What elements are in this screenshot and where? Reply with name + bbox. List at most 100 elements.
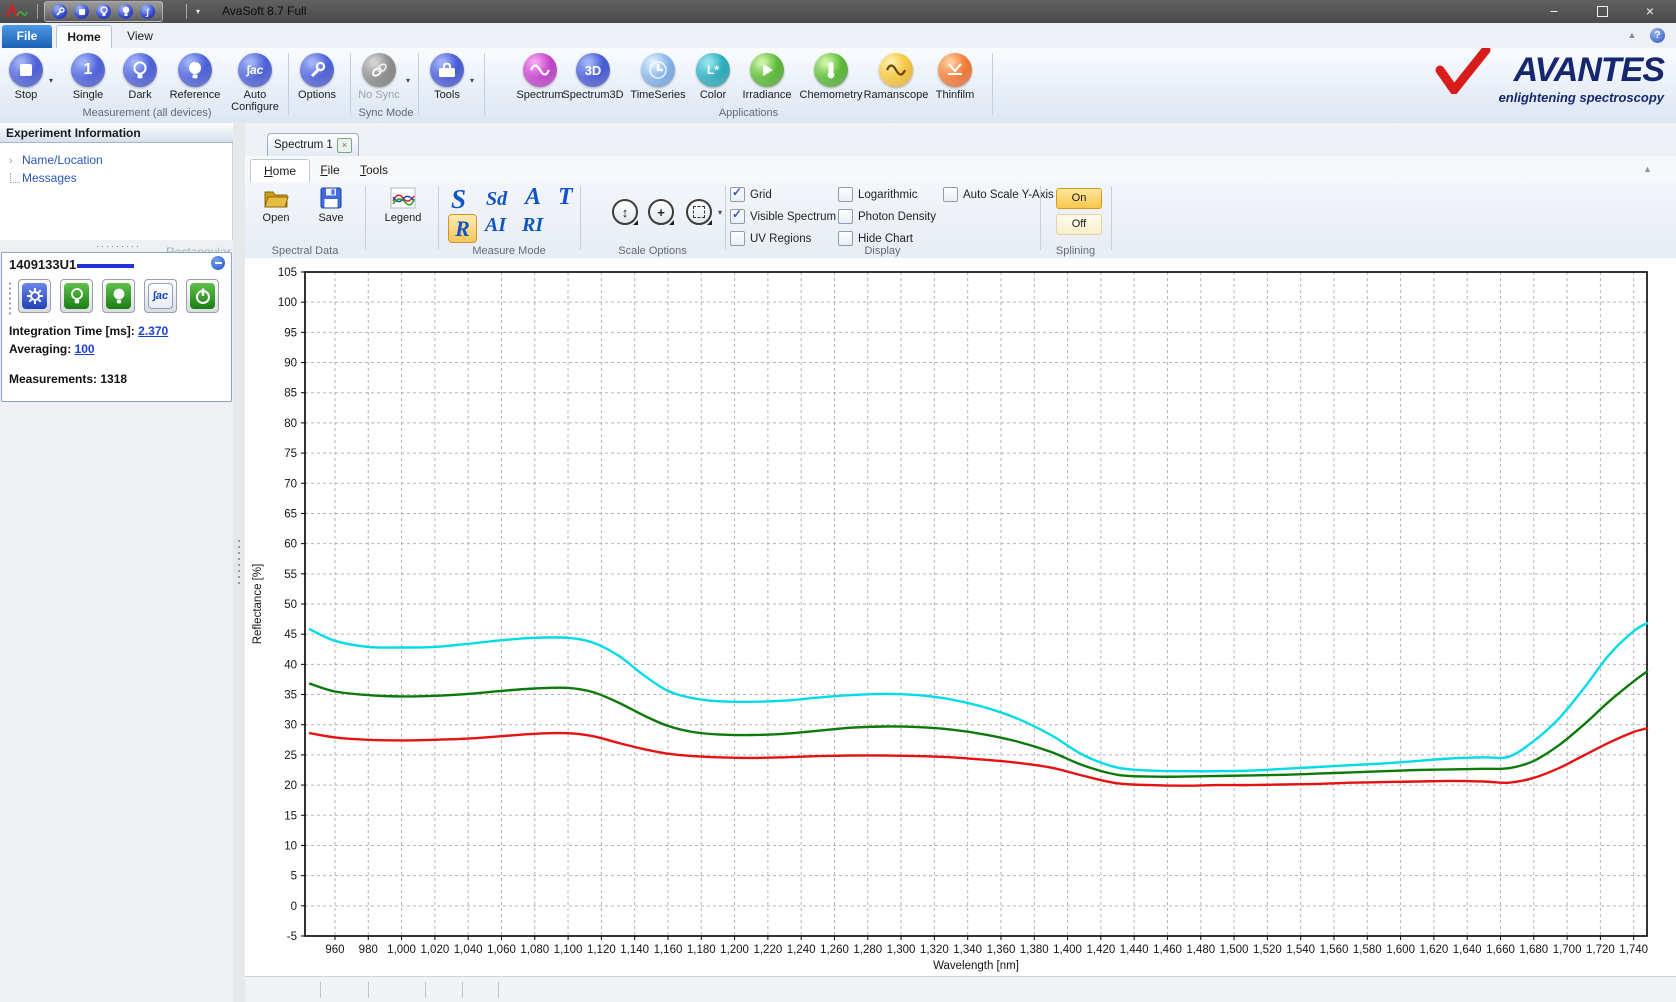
close-button[interactable]: × [1628, 0, 1672, 22]
tab-view[interactable]: View [116, 25, 164, 48]
ribbon-collapse-icon[interactable]: ▲ [1624, 30, 1640, 42]
splining-off-button[interactable]: Off [1056, 214, 1102, 235]
tab-home[interactable]: Home [56, 25, 112, 49]
measure-mode-r-selected[interactable]: R [448, 214, 477, 243]
single-button[interactable]: 1 Single [66, 53, 110, 101]
measure-mode-t[interactable]: T [558, 184, 573, 211]
tools-button[interactable]: Tools [424, 53, 470, 101]
measure-mode-ri[interactable]: RI [522, 214, 543, 237]
group-label-display: Display [725, 245, 1040, 257]
svg-text:1,260: 1,260 [820, 944, 849, 956]
zoom-box-icon[interactable] [686, 199, 712, 225]
measure-mode-a[interactable]: A [525, 184, 541, 211]
zoom-in-icon[interactable]: + [648, 199, 674, 225]
group-label-measure-mode: Measure Mode [438, 245, 580, 257]
reference-button[interactable]: Reference [166, 53, 224, 101]
device-reference-button[interactable] [60, 279, 93, 313]
open-folder-icon [263, 187, 289, 209]
svg-text:20: 20 [284, 780, 297, 792]
stop-dropdown-icon[interactable]: ▾ [49, 76, 53, 85]
device-panel: 1409133U1 ∫ac [1, 252, 232, 402]
app-thinfilm-button[interactable]: Thinfilm [929, 53, 981, 101]
tab-close-icon[interactable]: × [337, 138, 352, 153]
checkbox-box[interactable] [730, 209, 745, 224]
panel-drag-grip[interactable]: ········· [96, 243, 141, 249]
spectrum-tab-file[interactable]: File [312, 159, 348, 182]
qat-reference-icon[interactable] [118, 4, 133, 19]
sync-dropdown-icon[interactable]: ▾ [406, 76, 410, 85]
legend-button[interactable]: Legend [373, 187, 433, 224]
spectrum-tab-tools[interactable]: Tools [352, 159, 396, 182]
device-level-bar [77, 264, 134, 268]
app-timeseries-button[interactable]: TimeSeries [626, 53, 690, 101]
display-checkbox-column-1: GridVisible SpectrumUV Regions [730, 186, 836, 252]
integration-time-value[interactable]: 2.370 [138, 324, 168, 338]
qat-dark-icon[interactable] [96, 4, 111, 19]
checkbox-box[interactable] [943, 187, 958, 202]
collapse-panel-icon[interactable] [211, 256, 225, 270]
group-label-applications: Applications [505, 107, 992, 119]
checkbox-photon-density[interactable]: Photon Density [838, 208, 936, 225]
spectrum-tab-home[interactable]: Home [250, 159, 310, 183]
expander-icon[interactable]: › [9, 155, 13, 167]
svg-text:1,560: 1,560 [1320, 944, 1349, 956]
qat-stop-icon[interactable] [74, 4, 89, 19]
dark-button[interactable]: Dark [118, 53, 162, 101]
options-button[interactable]: Options [292, 53, 342, 101]
qat-options-icon[interactable] [52, 4, 67, 19]
svg-text:1,340: 1,340 [953, 944, 982, 956]
color-icon: L* [696, 53, 730, 87]
svg-text:25: 25 [284, 750, 297, 762]
measurements-value: 1318 [100, 372, 127, 386]
chart-svg[interactable]: 9609801,0001,0201,0401,0601,0801,1001,12… [245, 258, 1676, 976]
svg-text:1,460: 1,460 [1153, 944, 1182, 956]
measure-mode-s[interactable]: S [451, 184, 466, 215]
save-button[interactable]: Save [307, 187, 355, 224]
checkbox-box[interactable] [838, 209, 853, 224]
open-button[interactable]: Open [251, 187, 301, 224]
tree-item-messages[interactable]: Messages [22, 171, 77, 185]
splining-on-button[interactable]: On [1056, 188, 1102, 209]
checkbox-box[interactable] [730, 231, 745, 246]
qat-customize-icon[interactable]: ▾ [196, 4, 200, 19]
qat-auto-configure-icon[interactable]: ∫ [140, 4, 155, 19]
device-settings-button[interactable] [18, 279, 51, 313]
tree-item-name-location[interactable]: Name/Location [22, 153, 103, 167]
restore-button[interactable] [1580, 0, 1624, 22]
app-irradiance-button[interactable]: Irradiance [736, 53, 798, 101]
device-dark-button[interactable] [102, 279, 135, 313]
stop-button[interactable]: Stop [6, 53, 46, 101]
minimize-button[interactable]: − [1532, 0, 1576, 22]
splitter-grip[interactable] [237, 538, 241, 586]
panel-collapse-icon[interactable]: ▲ [1643, 164, 1652, 174]
auto-configure-button[interactable]: ∫ac Auto Configure [226, 53, 284, 113]
timeseries-icon [641, 53, 675, 87]
checkbox-box[interactable] [730, 187, 745, 202]
checkbox-auto-scale-y-axis[interactable]: Auto Scale Y-Axis [943, 186, 1054, 203]
checkbox-grid[interactable]: Grid [730, 186, 836, 203]
app-color-button[interactable]: L* Color [690, 53, 736, 101]
checkbox-logarithmic[interactable]: Logarithmic [838, 186, 936, 203]
checkbox-box[interactable] [838, 231, 853, 246]
svg-text:1,720: 1,720 [1586, 944, 1615, 956]
averaging-value[interactable]: 100 [75, 342, 95, 356]
device-power-button[interactable] [186, 279, 219, 313]
app-spectrum3d-button[interactable]: 3D Spectrum3D [560, 53, 626, 101]
zoom-vertical-icon[interactable]: ↕ [612, 199, 638, 225]
tools-dropdown-icon[interactable]: ▾ [470, 76, 474, 85]
device-auto-configure-button[interactable]: ∫ac [144, 279, 177, 313]
no-sync-button[interactable]: No Sync [354, 53, 404, 101]
checkbox-box[interactable] [838, 187, 853, 202]
measure-mode-ai[interactable]: AI [485, 214, 506, 237]
tab-spectrum-1[interactable]: Spectrum 1 × [267, 133, 359, 156]
zoom-dropdown-icon[interactable]: ▾ [718, 208, 722, 217]
window-title: AvaSoft 8.7 Full [222, 4, 307, 18]
device-panel-grip[interactable] [8, 281, 12, 315]
spectrum-chart[interactable]: 9609801,0001,0201,0401,0601,0801,1001,12… [245, 258, 1676, 976]
app-ramanscope-button[interactable]: Ramanscope [863, 53, 929, 101]
checkbox-visible-spectrum[interactable]: Visible Spectrum [730, 208, 836, 225]
help-icon[interactable]: ? [1650, 28, 1665, 43]
tab-file[interactable]: File [2, 25, 52, 48]
app-chemometry-button[interactable]: Chemometry [799, 53, 863, 101]
measure-mode-sd[interactable]: Sd [486, 188, 507, 211]
